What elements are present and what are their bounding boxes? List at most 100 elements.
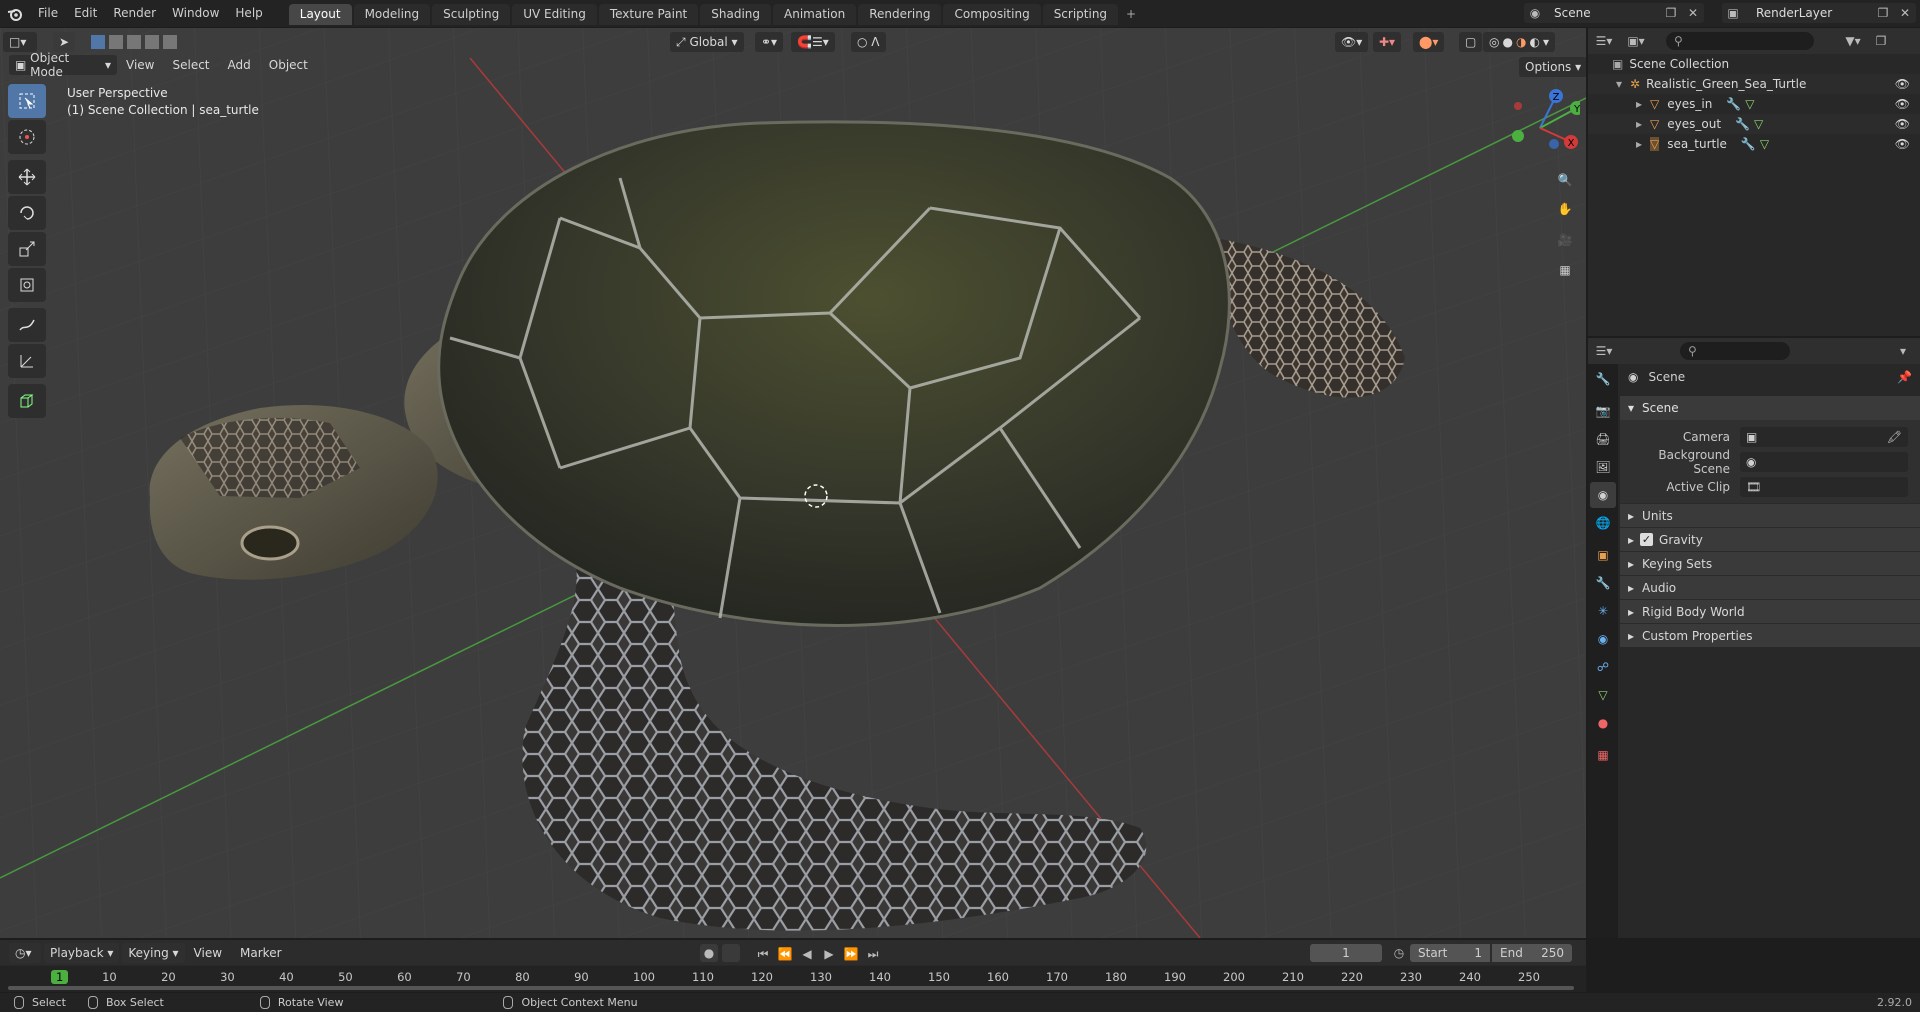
scene-panel-header[interactable]: ▾ Scene: [1620, 396, 1920, 420]
menu-file[interactable]: File: [30, 0, 66, 27]
camera-field[interactable]: ▣ 🖍: [1740, 426, 1908, 447]
new-collection-icon[interactable]: ❐: [1870, 31, 1892, 51]
playback-dropdown[interactable]: Playback ▾: [44, 942, 120, 963]
expand-arrow-icon[interactable]: ▸: [1636, 97, 1642, 111]
solid-shading-icon[interactable]: ●: [1502, 35, 1512, 49]
move-tool-icon[interactable]: [8, 160, 46, 194]
start-frame-field[interactable]: Start 1: [1410, 944, 1490, 962]
pin-icon[interactable]: 📌: [1897, 370, 1912, 384]
timeline-editor-icon[interactable]: ◷▾: [9, 942, 41, 963]
background-scene-field[interactable]: ◉: [1740, 451, 1908, 472]
physics-tab-icon[interactable]: ◉: [1590, 626, 1616, 652]
outliner-editor-icon[interactable]: ☰▾: [1588, 31, 1620, 51]
mesh-data-icon[interactable]: ▽: [1760, 137, 1769, 151]
eye-visibility-icon[interactable]: 👁: [1895, 77, 1910, 91]
gizmo-neg-y-icon[interactable]: [1512, 130, 1524, 142]
gravity-checkbox[interactable]: ✓: [1640, 533, 1654, 546]
tab-shading[interactable]: Shading: [700, 4, 771, 25]
close-icon[interactable]: ✕: [1682, 3, 1704, 23]
tab-scripting[interactable]: Scripting: [1042, 4, 1119, 25]
expand-arrow-icon[interactable]: ▸: [1636, 137, 1642, 151]
mesh-data-icon[interactable]: ▽: [1754, 117, 1763, 131]
add-cube-tool-icon[interactable]: [8, 384, 46, 418]
select-invert-icon[interactable]: [145, 35, 160, 49]
menu-marker[interactable]: Marker: [231, 946, 290, 960]
keying-dropdown[interactable]: Keying ▾: [122, 942, 185, 963]
scene-selector[interactable]: ◉ Scene ❐ ✕: [1524, 3, 1704, 23]
eye-visibility-icon[interactable]: 👁: [1895, 97, 1910, 111]
material-tab-icon[interactable]: ●: [1590, 710, 1616, 736]
menu-view[interactable]: View: [185, 946, 231, 960]
modifier-wrench-icon[interactable]: 🔧: [1741, 137, 1756, 151]
select-box-tool-icon[interactable]: [8, 84, 46, 118]
modifier-wrench-icon[interactable]: 🔧: [1735, 117, 1750, 131]
outliner-row-collection[interactable]: ▾ ✲ Realistic_Green_Sea_Turtle 👁: [1588, 74, 1920, 94]
outliner-search-input[interactable]: ⚲: [1666, 32, 1814, 50]
select-intersect-icon[interactable]: [163, 35, 178, 49]
outliner-row-eyes-in[interactable]: ▸ ▽ eyes_in 🔧 ▽ 👁: [1588, 94, 1920, 114]
tab-rendering[interactable]: Rendering: [858, 4, 942, 25]
editor-type-icon[interactable]: □▾: [3, 32, 37, 52]
gravity-panel-header[interactable]: ▸ ✓ Gravity: [1620, 527, 1920, 551]
view-layer-selector[interactable]: ▣ RenderLayer ❐ ✕: [1722, 3, 1916, 23]
properties-editor-icon[interactable]: ☰▾: [1588, 341, 1620, 361]
keying-sets-panel-header[interactable]: ▸ Keying Sets: [1620, 551, 1920, 575]
tab-sculpting[interactable]: Sculpting: [432, 4, 511, 25]
mesh-data-icon[interactable]: ▽: [1745, 97, 1754, 111]
overlay-toggle-icon[interactable]: ⬤▾: [1413, 32, 1445, 52]
units-panel-header[interactable]: ▸ Units: [1620, 503, 1920, 527]
transform-tool-icon[interactable]: [8, 268, 46, 302]
annotate-tool-icon[interactable]: [8, 308, 46, 342]
tab-texture-paint[interactable]: Texture Paint: [598, 4, 699, 25]
menu-edit[interactable]: Edit: [66, 0, 105, 27]
menu-window[interactable]: Window: [164, 0, 227, 27]
output-tab-icon[interactable]: 🖨: [1590, 426, 1616, 452]
tab-compositing[interactable]: Compositing: [943, 4, 1041, 25]
jump-end-icon[interactable]: ⏭: [864, 944, 882, 964]
mode-dropdown[interactable]: ▣ Object Mode ▾: [9, 51, 117, 79]
gizmo-toggle-icon[interactable]: ✚▾: [1373, 32, 1402, 52]
zoom-icon[interactable]: 🔍: [1551, 166, 1579, 194]
close-icon[interactable]: ✕: [1894, 3, 1916, 23]
select-subtract-icon[interactable]: [127, 35, 142, 49]
eye-visibility-icon[interactable]: 👁: [1895, 117, 1910, 131]
pan-hand-icon[interactable]: ✋: [1551, 195, 1579, 223]
tab-layout[interactable]: Layout: [288, 4, 352, 25]
custom-properties-panel-header[interactable]: ▸ Custom Properties: [1620, 623, 1920, 647]
blender-logo-icon[interactable]: [0, 0, 30, 27]
current-frame-field[interactable]: 1: [1310, 944, 1382, 962]
eye-visibility-icon[interactable]: 👁: [1895, 137, 1910, 151]
eyedropper-icon[interactable]: 🖍: [1887, 430, 1902, 444]
play-reverse-icon[interactable]: ◀: [798, 944, 816, 964]
end-frame-field[interactable]: End 250: [1492, 944, 1572, 962]
constraints-tab-icon[interactable]: ☍: [1590, 654, 1616, 680]
menu-select[interactable]: Select: [163, 58, 218, 72]
ortho-grid-icon[interactable]: ▦: [1551, 256, 1579, 284]
render-tab-icon[interactable]: 📷: [1590, 398, 1616, 424]
jump-start-icon[interactable]: ⏮: [754, 944, 772, 964]
menu-view[interactable]: View: [117, 58, 163, 72]
orientation-dropdown[interactable]: ⤢ Global ▾: [670, 32, 744, 52]
modifier-tab-icon[interactable]: 🔧: [1590, 570, 1616, 596]
snap-icon[interactable]: 🧲☰▾: [791, 32, 835, 52]
mesh-data-tab-icon[interactable]: ▽: [1590, 682, 1616, 708]
rendered-shading-icon[interactable]: ◐: [1529, 35, 1539, 49]
3d-viewport[interactable]: □▾ ➤ ⤢ Global ▾ ⚭▾ 🧲☰▾ ○ Λ 👁▾ ✚▾ ⬤▾ ▢ ◎ …: [0, 28, 1586, 938]
audio-panel-header[interactable]: ▸ Audio: [1620, 575, 1920, 599]
tab-animation[interactable]: Animation: [773, 4, 857, 25]
display-mode-icon[interactable]: ▣▾: [1620, 31, 1652, 51]
outliner-row-eyes-out[interactable]: ▸ ▽ eyes_out 🔧 ▽ 👁: [1588, 114, 1920, 134]
tab-uv-editing[interactable]: UV Editing: [512, 4, 597, 25]
rotate-tool-icon[interactable]: [8, 196, 46, 230]
proportional-edit-icon[interactable]: ○ Λ: [851, 32, 886, 52]
modifier-wrench-icon[interactable]: 🔧: [1726, 97, 1741, 111]
scale-tool-icon[interactable]: [8, 232, 46, 266]
select-tool-icon[interactable]: ➤: [53, 32, 76, 52]
xray-icon[interactable]: ▢: [1459, 32, 1483, 52]
object-tab-icon[interactable]: ▣: [1590, 542, 1616, 568]
select-mode-buttons[interactable]: [85, 32, 183, 52]
measure-tool-icon[interactable]: [8, 344, 46, 378]
gizmo-neg-z-icon[interactable]: [1549, 139, 1559, 149]
copy-icon[interactable]: ❐: [1660, 3, 1682, 23]
menu-render[interactable]: Render: [105, 0, 164, 27]
